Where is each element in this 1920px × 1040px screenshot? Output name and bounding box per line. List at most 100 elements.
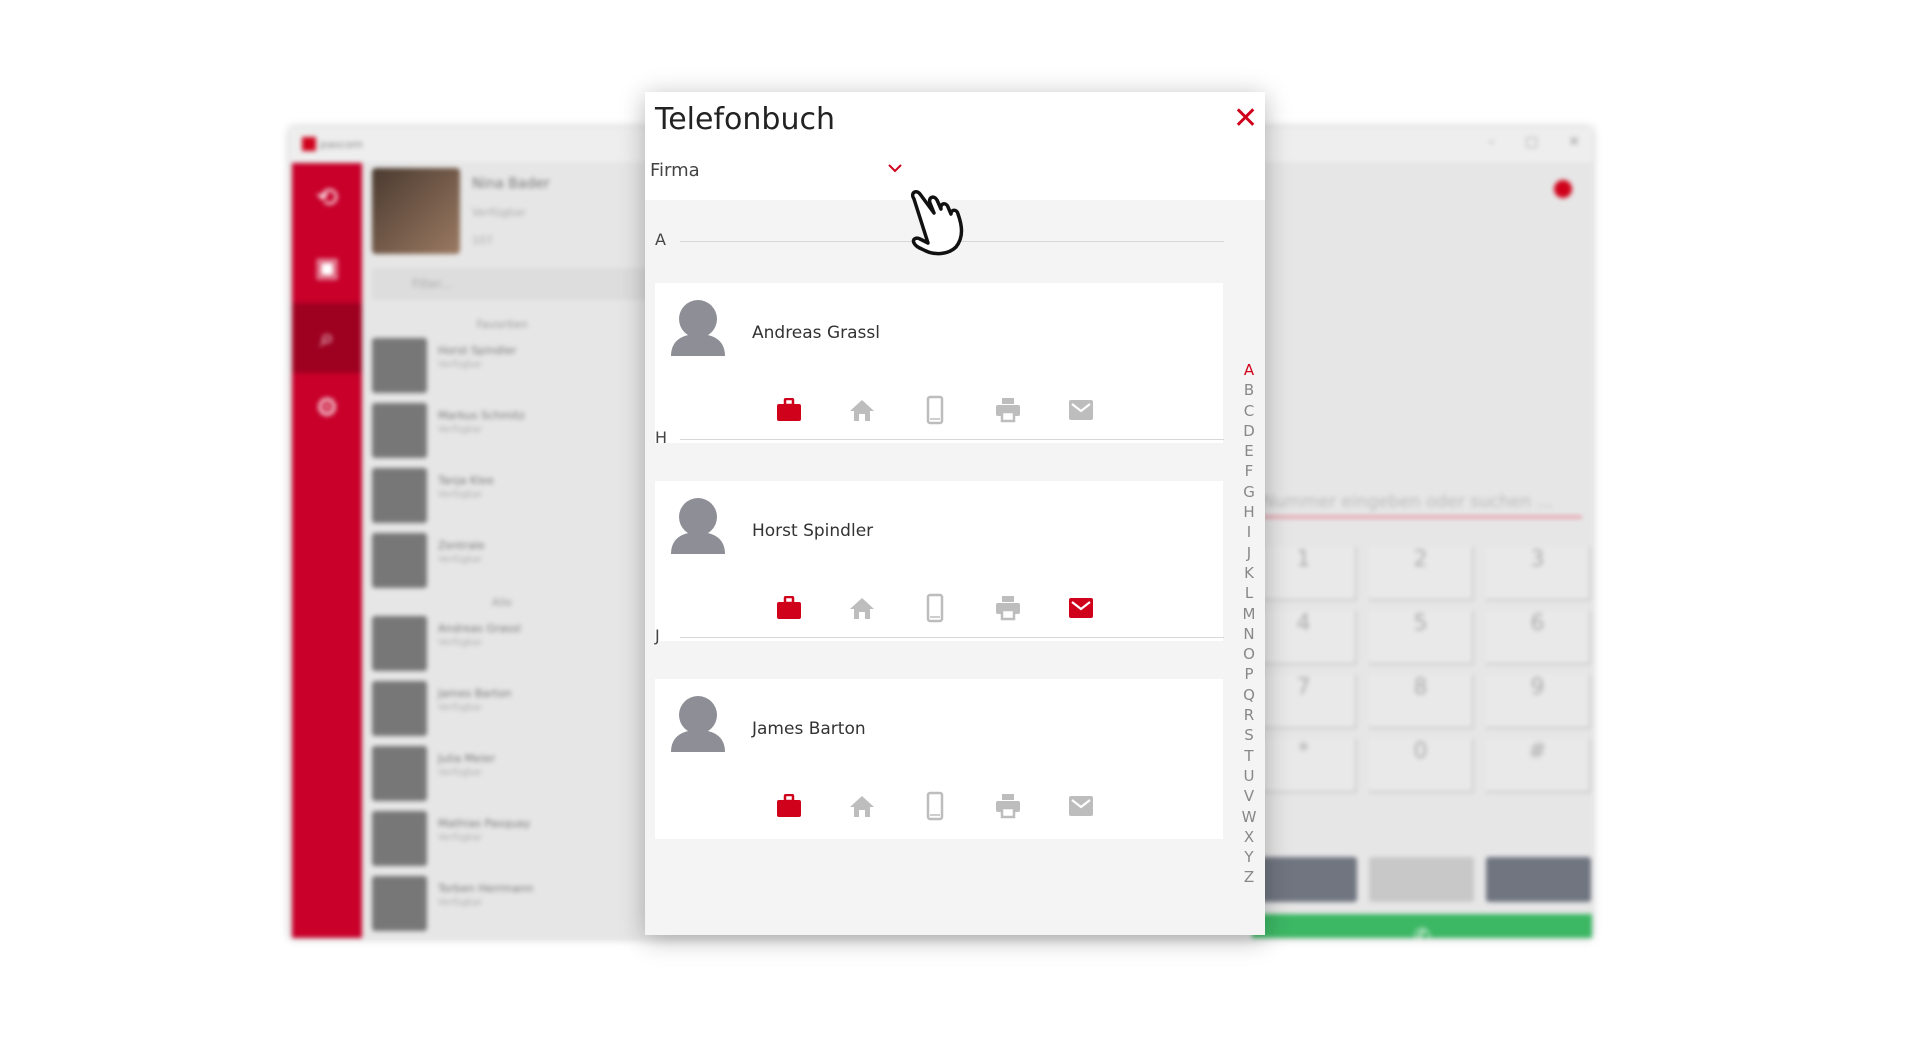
list-item[interactable]: Julia Meier Verfügbar xyxy=(372,744,632,809)
mail-icon[interactable] xyxy=(1067,791,1095,821)
mobile-phone-icon[interactable] xyxy=(921,593,949,623)
mail-icon[interactable] xyxy=(1067,395,1095,425)
number-input[interactable]: Nummer eingeben oder suchen ... xyxy=(1262,492,1582,518)
dialog-header: Telefonbuch ✕ Firma xyxy=(645,92,1265,200)
section-letter: J xyxy=(655,626,660,645)
history-icon[interactable]: ⟲ xyxy=(292,163,362,233)
list-item[interactable]: Mathias Pasquay Verfügbar xyxy=(372,809,632,874)
dial-key[interactable]: # xyxy=(1486,739,1591,793)
contact-card[interactable]: Horst Spindler xyxy=(655,481,1223,641)
alphabet-letter[interactable]: D xyxy=(1241,421,1257,441)
alphabet-letter[interactable]: B xyxy=(1241,380,1257,400)
contact-card[interactable]: Andreas Grassl xyxy=(655,283,1223,443)
alphabet-letter[interactable]: P xyxy=(1241,664,1257,684)
printer-icon[interactable] xyxy=(994,395,1022,425)
avatar xyxy=(372,468,427,523)
contact-card[interactable]: James Barton xyxy=(655,679,1223,839)
avatar xyxy=(372,338,427,393)
transfer-button[interactable] xyxy=(1369,857,1474,902)
alphabet-letter[interactable]: H xyxy=(1241,502,1257,522)
dial-key[interactable]: 0 xyxy=(1369,739,1474,793)
mobile-phone-icon[interactable] xyxy=(921,395,949,425)
alphabet-letter[interactable]: L xyxy=(1241,583,1257,603)
alphabet-letter[interactable]: I xyxy=(1241,522,1257,542)
home-icon[interactable] xyxy=(848,395,876,425)
list-item[interactable]: Torben Herrmann Verfügbar xyxy=(372,874,632,938)
list-item[interactable]: Tanja Klee Verfügbar xyxy=(372,466,632,531)
person-avatar-icon xyxy=(671,300,725,356)
alphabet-letter[interactable]: Q xyxy=(1241,685,1257,705)
home-icon[interactable] xyxy=(848,593,876,623)
dialog-title: Telefonbuch xyxy=(655,102,835,137)
list-item[interactable]: Zentrale Verfügbar xyxy=(372,531,632,596)
filter-input[interactable]: Filter... xyxy=(372,268,652,300)
alphabet-letter[interactable]: K xyxy=(1241,563,1257,583)
video-button[interactable] xyxy=(1486,857,1591,902)
home-icon[interactable] xyxy=(848,791,876,821)
mobile-phone-icon[interactable] xyxy=(921,791,949,821)
minimize-button[interactable]: – xyxy=(1488,134,1495,150)
section-letter: H xyxy=(655,428,668,447)
alphabet-letter[interactable]: G xyxy=(1241,482,1257,502)
contact-list: Favoriten Horst Spindler Verfügbar Markus S… xyxy=(372,318,632,938)
alphabet-letter[interactable]: O xyxy=(1241,644,1257,664)
gear-icon[interactable]: ⚙ xyxy=(292,373,362,443)
keyboard-button[interactable] xyxy=(1252,857,1357,902)
briefcase-icon[interactable] xyxy=(775,395,803,425)
alphabet-letter[interactable]: M xyxy=(1241,604,1257,624)
dial-key[interactable]: 2 xyxy=(1369,547,1474,601)
alphabet-letter[interactable]: C xyxy=(1241,401,1257,421)
list-item[interactable]: Horst Spindler Verfügbar xyxy=(372,336,632,401)
hand-pointer-cursor-icon xyxy=(910,190,964,256)
phonebook-select[interactable]: Firma xyxy=(650,160,910,192)
dial-key[interactable]: 7 xyxy=(1252,675,1357,729)
group-header[interactable]: Alle xyxy=(372,596,632,614)
search-icon[interactable]: ⌕ xyxy=(292,303,362,373)
alphabet-letter[interactable]: W xyxy=(1241,807,1257,827)
dialer: Nummer eingeben oder suchen ... 123 456 78… xyxy=(1252,162,1592,938)
dial-key[interactable]: 8 xyxy=(1369,675,1474,729)
alphabet-letter[interactable]: T xyxy=(1241,746,1257,766)
alphabet-letter[interactable]: V xyxy=(1241,786,1257,806)
alphabet-letter[interactable]: F xyxy=(1241,461,1257,481)
dial-key[interactable]: 1 xyxy=(1252,547,1357,601)
alphabet-letter[interactable]: A xyxy=(1241,360,1257,380)
mail-icon[interactable] xyxy=(1067,593,1095,623)
call-button[interactable]: ✆ xyxy=(1252,914,1592,938)
alphabet-letter[interactable]: U xyxy=(1241,766,1257,786)
printer-icon[interactable] xyxy=(994,791,1022,821)
list-item[interactable]: Markus Schmitz Verfügbar xyxy=(372,401,632,466)
divider xyxy=(680,637,1224,638)
group-header[interactable]: Favoriten xyxy=(372,318,632,336)
dial-key[interactable]: 3 xyxy=(1486,547,1591,601)
contact-name: James Barton xyxy=(752,719,866,739)
close-icon[interactable]: ✕ xyxy=(1233,104,1258,134)
dial-key[interactable]: 5 xyxy=(1369,611,1474,665)
alphabet-letter[interactable]: N xyxy=(1241,624,1257,644)
contacts-card-icon[interactable]: ▣ xyxy=(292,233,362,303)
window-close-button[interactable]: ✕ xyxy=(1568,134,1580,150)
printer-icon[interactable] xyxy=(994,593,1022,623)
dial-key[interactable]: 6 xyxy=(1486,611,1591,665)
alphabet-letter[interactable]: S xyxy=(1241,725,1257,745)
list-item[interactable]: James Barton Verfügbar xyxy=(372,679,632,744)
avatar xyxy=(372,811,427,866)
list-item[interactable]: Andreas Grassl Verfügbar xyxy=(372,614,632,679)
briefcase-icon[interactable] xyxy=(775,593,803,623)
dial-key[interactable]: 4 xyxy=(1252,611,1357,665)
alphabet-letter[interactable]: X xyxy=(1241,827,1257,847)
briefcase-icon[interactable] xyxy=(775,791,803,821)
maximize-button[interactable]: ▢ xyxy=(1525,134,1538,150)
contact-name: Horst Spindler xyxy=(752,521,874,541)
dial-key[interactable]: * xyxy=(1252,739,1357,793)
dial-key[interactable]: 9 xyxy=(1486,675,1591,729)
user-profile: Nina Bader Verfügbar 107 xyxy=(372,168,550,254)
alphabet-letter[interactable]: R xyxy=(1241,705,1257,725)
alphabet-letter[interactable]: J xyxy=(1241,543,1257,563)
avatar xyxy=(372,746,427,801)
alphabet-letter[interactable]: E xyxy=(1241,441,1257,461)
avatar xyxy=(372,403,427,458)
alphabet-letter[interactable]: Z xyxy=(1241,867,1257,887)
chevron-down-icon xyxy=(888,164,902,173)
alphabet-letter[interactable]: Y xyxy=(1241,847,1257,867)
